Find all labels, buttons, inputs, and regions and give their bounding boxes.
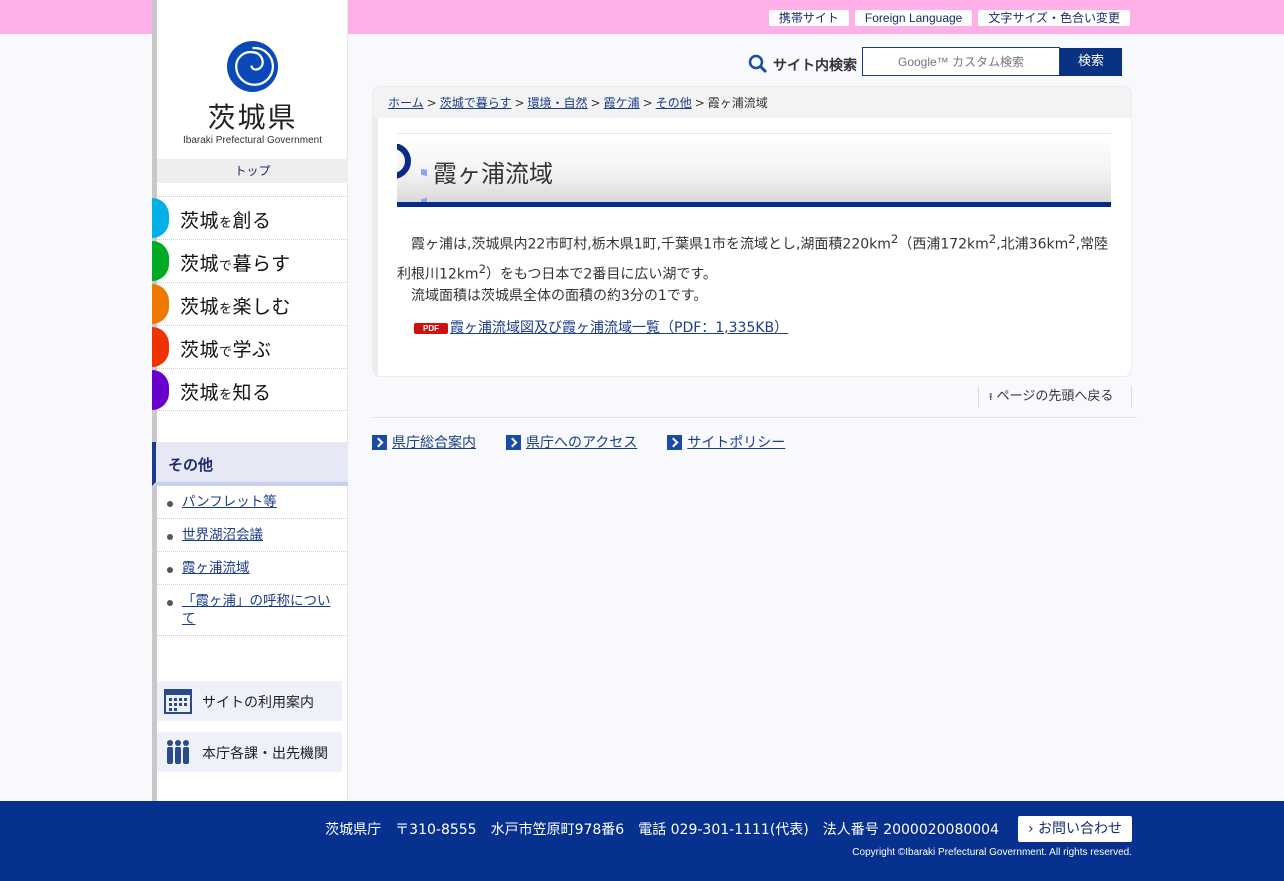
- nav-item-live[interactable]: 茨城で暮らす: [152, 239, 348, 282]
- footer-links: 県庁総合案内 県庁へのアクセス サイトポリシー: [372, 432, 815, 452]
- offices-label: 本庁各課・出先機関: [202, 746, 328, 762]
- page-title-box: 霞ヶ浦流域: [397, 133, 1111, 207]
- main-content: ホーム > 茨城で暮らす > 環境・自然 > 霞ケ浦 > その他 > 霞ヶ浦流域 霞ヶ浦流域 霞ヶ浦…: [372, 86, 1132, 377]
- chevron-right-icon: [372, 434, 387, 450]
- nav-item-learn[interactable]: 茨城で学ぶ: [152, 325, 348, 368]
- contact-button[interactable]: › お問い合わせ: [1018, 816, 1132, 842]
- breadcrumb-kasumigaura[interactable]: 霞ケ浦: [604, 96, 640, 110]
- site-footer: 茨城県庁 〒310-8555 水戸市笠原町978番6 電話 029-301-11…: [0, 801, 1284, 881]
- section-links: パンフレット等 世界湖沼会議 霞ヶ浦流域 「霞ヶ浦」の呼称について: [157, 486, 348, 636]
- nav-color-bar: [152, 327, 169, 367]
- chevron-right-icon: ›: [1027, 821, 1034, 837]
- nav-color-bar: [152, 370, 169, 410]
- pdf-download: PDF 霞ヶ浦流域図及び霞ヶ浦流域一覧（PDF：1,335KB）: [414, 317, 788, 337]
- section-link-naming[interactable]: 「霞ヶ浦」の呼称について: [182, 593, 331, 627]
- nav-label: 茨城を楽しむ: [180, 296, 292, 318]
- list-item: 霞ヶ浦流域: [157, 552, 348, 585]
- site-guide-button[interactable]: サイトの利用案内: [157, 681, 342, 721]
- card-edge: [373, 118, 378, 376]
- logo-subtitle: Ibaraki Prefectural Government: [183, 135, 322, 146]
- pdf-icon: PDF: [414, 323, 448, 334]
- breadcrumb-other[interactable]: その他: [656, 96, 692, 110]
- title-decoration-icon: [397, 144, 427, 202]
- copyright: Copyright ©Ibaraki Prefectural Governmen…: [852, 847, 1132, 858]
- calendar-icon: [164, 689, 192, 714]
- breadcrumb-home[interactable]: ホーム: [388, 96, 424, 110]
- arrow-up-icon: ⭱: [989, 392, 993, 403]
- section-link-pamphlet[interactable]: パンフレット等: [182, 494, 277, 510]
- section-title: その他: [168, 456, 214, 474]
- nav-color-bar: [152, 198, 169, 238]
- search-icon: [748, 54, 768, 74]
- breadcrumb-current: 霞ヶ浦流域: [707, 96, 768, 110]
- main-nav: 茨城を創る 茨城で暮らす 茨城を楽しむ 茨城で学ぶ 茨城を知る: [152, 196, 348, 411]
- nav-label: 茨城で学ぶ: [180, 339, 272, 361]
- people-icon: [167, 740, 189, 764]
- offices-button[interactable]: 本庁各課・出先機関: [157, 732, 342, 772]
- footer-link-access[interactable]: 県庁へのアクセス: [506, 432, 637, 452]
- breadcrumb-environment[interactable]: 環境・自然: [528, 96, 588, 110]
- nav-color-bar: [152, 284, 169, 324]
- site-logo[interactable]: 茨城県 Ibaraki Prefectural Government: [157, 0, 348, 159]
- chevron-right-icon: [667, 434, 683, 450]
- text-size-color-link[interactable]: 文字サイズ・色合い変更: [978, 10, 1130, 26]
- search-button[interactable]: 検索: [1060, 48, 1122, 76]
- nav-item-create[interactable]: 茨城を創る: [152, 196, 348, 239]
- footer-link-guide[interactable]: 県庁総合案内: [372, 432, 476, 452]
- nav-label: 茨城を知る: [180, 382, 272, 404]
- body-paragraph-2: 流域面積は茨城県全体の面積の約3分の1です。: [411, 288, 708, 304]
- pdf-link[interactable]: 霞ヶ浦流域図及び霞ヶ浦流域一覧（PDF：1,335KB）: [450, 320, 788, 336]
- prefecture-emblem-icon: [227, 41, 278, 92]
- footer-link-policy[interactable]: サイトポリシー: [667, 432, 785, 452]
- nav-item-know[interactable]: 茨城を知る: [152, 368, 348, 411]
- top-page-link[interactable]: トップ: [157, 159, 348, 183]
- footer-address: 茨城県庁 〒310-8555 水戸市笠原町978番6 電話 029-301-11…: [325, 822, 999, 838]
- section-link-kasumigaura-basin[interactable]: 霞ヶ浦流域: [182, 560, 250, 576]
- back-to-top-link[interactable]: ⭱ ページの先頭へ戻る: [978, 386, 1132, 408]
- page-title: 霞ヶ浦流域: [433, 160, 553, 188]
- mobile-site-link[interactable]: 携帯サイト: [768, 10, 849, 26]
- nav-label: 茨城で暮らす: [180, 253, 291, 275]
- logo-name: 茨城県: [207, 101, 298, 134]
- breadcrumb: ホーム > 茨城で暮らす > 環境・自然 > 霞ケ浦 > その他 > 霞ヶ浦流域: [373, 87, 1131, 118]
- list-item: 世界湖沼会議: [157, 519, 348, 552]
- nav-item-enjoy[interactable]: 茨城を楽しむ: [152, 282, 348, 325]
- list-item: 「霞ヶ浦」の呼称について: [157, 585, 348, 636]
- site-guide-label: サイトの利用案内: [202, 695, 314, 711]
- section-link-world-lake-conference[interactable]: 世界湖沼会議: [182, 527, 263, 543]
- divider: [372, 417, 1137, 418]
- body-paragraph-1: 霞ヶ浦は,茨城県内22市町村,栃木県1町,千葉県1市を流域とし,湖面積220km…: [397, 232, 1109, 283]
- header-links: 携帯サイト Foreign Language 文字サイズ・色合い変更: [768, 10, 1130, 26]
- nav-label: 茨城を創る: [180, 210, 272, 232]
- chevron-right-icon: [506, 434, 521, 450]
- breadcrumb-living[interactable]: 茨城で暮らす: [440, 96, 512, 110]
- list-item: パンフレット等: [157, 486, 348, 519]
- nav-color-bar: [152, 241, 169, 281]
- sidebar: 茨城県 Ibaraki Prefectural Government トップ 茨…: [152, 0, 348, 801]
- search-label: サイト内検索: [773, 58, 857, 74]
- foreign-language-link[interactable]: Foreign Language: [854, 10, 973, 26]
- section-heading: その他: [152, 442, 348, 486]
- search-input[interactable]: [862, 47, 1060, 76]
